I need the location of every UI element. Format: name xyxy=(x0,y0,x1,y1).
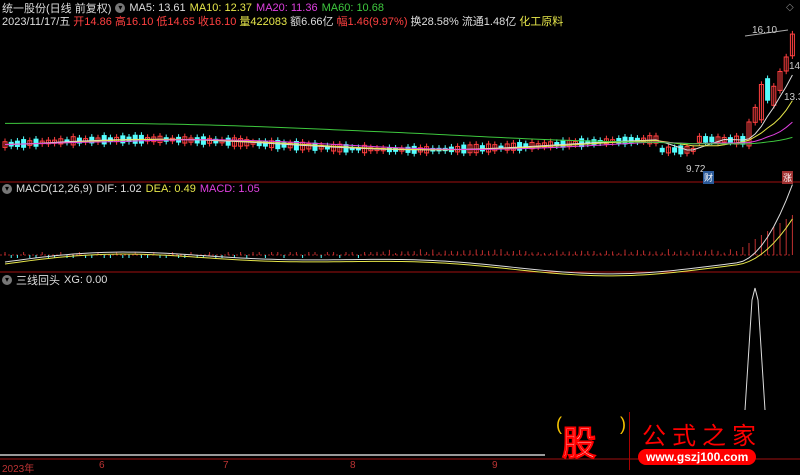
high: 高16.10 xyxy=(114,15,154,28)
candle xyxy=(709,136,715,143)
logo-name: 公式之家 xyxy=(642,422,762,450)
date: 2023/11/17/五 xyxy=(2,15,71,28)
low: 低14.65 xyxy=(156,15,195,28)
candle xyxy=(225,137,231,146)
dif-line xyxy=(4,184,793,275)
price-label-14: 14 xyxy=(789,61,800,72)
open: 开14.86 xyxy=(73,15,112,28)
high-price-label: 16.10 xyxy=(752,25,778,36)
candle xyxy=(560,139,566,148)
xg-signal-line xyxy=(744,287,766,411)
candle xyxy=(343,144,349,153)
finance-badge[interactable]: 财 xyxy=(703,171,715,184)
watermark-logo: 股 ( ) 公式之家 www.gszj100.com xyxy=(556,412,800,470)
dea-value: DEA: 0.49 xyxy=(145,182,196,195)
xg-title: 三线回头 xyxy=(16,274,60,287)
axis-label-7: 7 xyxy=(223,460,229,471)
macd-title: MACD(12,26,9) xyxy=(16,182,93,195)
diamond-icon[interactable]: ◇ xyxy=(786,2,794,13)
limit-up-badge[interactable]: 涨 xyxy=(782,171,794,184)
dea-line xyxy=(4,218,793,277)
chevron-down-icon[interactable]: ▾ xyxy=(115,2,126,13)
macd-header: ▾ MACD(12,26,9) DIF: 1.02 DEA: 0.49 MACD… xyxy=(2,182,260,195)
candle xyxy=(312,142,318,151)
volume: 量422083 xyxy=(239,15,288,28)
logo-url: www.gszj100.com xyxy=(638,449,757,465)
xg-header: ▾ 三线回头 XG: 0.00 xyxy=(2,273,108,287)
xg-value: XG: 0.00 xyxy=(64,273,108,286)
chevron-down-icon[interactable]: ▾ xyxy=(2,183,12,194)
change: 幅1.46(9.97%) xyxy=(336,15,408,28)
chevron-down-icon[interactable]: ▾ xyxy=(2,274,12,285)
macd-value: MACD: 1.05 xyxy=(199,182,260,195)
axis-label-8: 8 xyxy=(350,460,356,471)
logo-divider xyxy=(629,412,630,470)
candle xyxy=(21,139,27,148)
candle xyxy=(579,138,585,148)
logo-char: 股 xyxy=(562,424,597,465)
amount: 额6.66亿 xyxy=(290,15,334,28)
horn-icon: ( xyxy=(556,414,562,434)
candle xyxy=(703,136,709,143)
axis-label-6: 6 xyxy=(99,460,105,471)
horn-icon: ) xyxy=(620,414,626,434)
quote-bar: 2023/11/17/五 开14.86 高16.10 低14.65 收16.10… xyxy=(2,13,563,29)
candle xyxy=(765,78,771,101)
candle xyxy=(33,138,39,147)
float-shares: 流通1.48亿 xyxy=(461,15,517,28)
axis-label-9: 9 xyxy=(492,460,498,471)
axis-label-year: 2023年 xyxy=(2,464,35,475)
chart-canvas[interactable] xyxy=(0,0,800,472)
candle xyxy=(659,147,665,153)
dif-value: DIF: 1.02 xyxy=(96,182,142,195)
turnover: 换28.58% xyxy=(410,15,459,28)
industry[interactable]: 化工原料 xyxy=(519,13,563,29)
close: 收16.10 xyxy=(197,15,237,28)
candle xyxy=(672,147,678,153)
price-label-13: 13.3 xyxy=(784,92,800,103)
